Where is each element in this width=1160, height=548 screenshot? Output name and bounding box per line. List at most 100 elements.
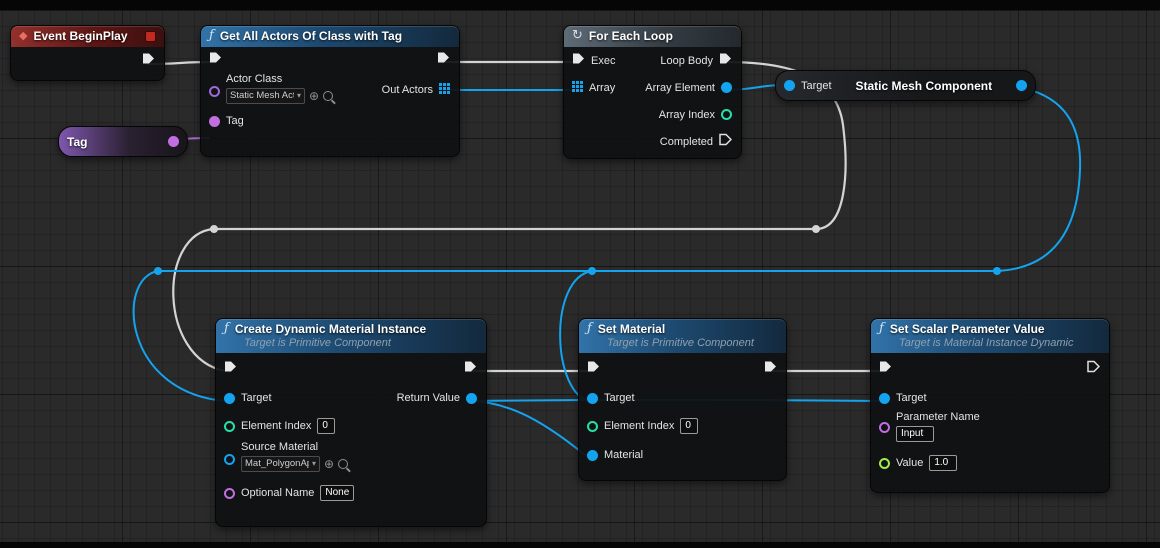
parameter-name-pin[interactable] [879, 422, 890, 433]
exec-in-pin[interactable] [224, 360, 237, 378]
node-get-tag-variable[interactable]: Tag [58, 126, 188, 157]
node-title: Event BeginPlay [33, 29, 128, 43]
node-subtitle: Target is Material Instance Dynamic [899, 337, 1074, 349]
target-label: Target [801, 79, 832, 92]
target-label: Target [896, 392, 927, 404]
tag-label: Tag [226, 115, 244, 127]
value-input[interactable]: 1.0 [929, 455, 958, 471]
window-edge-top [0, 0, 1160, 10]
node-event-beginplay[interactable]: ◆ Event BeginPlay [10, 25, 165, 81]
target-pin[interactable] [224, 392, 235, 404]
source-material-pin[interactable] [224, 454, 235, 465]
reroute-node[interactable] [812, 225, 820, 233]
node-header[interactable]: ƒ Set Scalar Parameter Value Target is M… [871, 319, 1109, 353]
loop-icon: ↻ [572, 28, 583, 43]
node-header[interactable]: ↻ For Each Loop [564, 26, 741, 47]
reroute-node[interactable] [210, 225, 218, 233]
target-label: Target [241, 392, 272, 404]
value-label: Value [896, 457, 924, 469]
wire-bus-to-createdmi-target [132, 270, 226, 402]
reroute-node[interactable] [588, 267, 596, 275]
tag-input-pin[interactable] [209, 115, 220, 127]
wire-returnvalue-to-material [469, 400, 590, 459]
array-input-pin[interactable] [572, 79, 583, 97]
component-output-pin[interactable] [1015, 80, 1027, 91]
material-pin[interactable] [587, 449, 598, 461]
node-title: Set Material [597, 322, 666, 336]
reroute-node[interactable] [154, 267, 162, 275]
return-value-pin[interactable] [466, 392, 477, 404]
exec-in-pin[interactable] [587, 360, 600, 378]
completed-label: Completed [659, 135, 713, 148]
out-actors-label: Out Actors [381, 84, 433, 96]
array-index-pin[interactable] [721, 109, 732, 120]
element-index-input[interactable]: 0 [317, 418, 336, 434]
source-material-dropdown[interactable]: Mat_PolygonApc ▾ [241, 456, 321, 472]
node-header[interactable]: ƒ Create Dynamic Material Instance Targe… [216, 319, 486, 353]
browse-icon[interactable] [323, 91, 334, 101]
actor-class-label: Actor Class [226, 73, 283, 85]
reroute-node[interactable] [993, 267, 1001, 275]
element-index-pin[interactable] [224, 420, 235, 432]
completed-pin[interactable] [719, 133, 733, 151]
node-for-each-loop[interactable]: ↻ For Each Loop Exec Loop Body Array Arr… [563, 25, 742, 159]
element-index-input[interactable]: 0 [680, 418, 699, 434]
element-index-label: Element Index [604, 420, 675, 432]
node-header[interactable]: ◆ Event BeginPlay [11, 26, 164, 47]
material-label: Material [604, 449, 644, 461]
array-element-pin[interactable] [721, 82, 732, 93]
actor-class-dropdown[interactable]: Static Mesh Actor ▾ [226, 88, 306, 104]
source-material-value: Mat_PolygonApc [245, 458, 309, 469]
node-create-dynamic-material-instance[interactable]: ƒ Create Dynamic Material Instance Targe… [215, 318, 487, 527]
use-selected-icon[interactable]: ⊕ [324, 458, 334, 470]
node-title: For Each Loop [588, 29, 673, 43]
exec-out-pin[interactable] [142, 52, 155, 70]
node-get-all-actors-of-class-with-tag[interactable]: ƒ Get All Actors Of Class with Tag Actor… [200, 25, 460, 157]
element-index-label: Element Index [241, 420, 312, 432]
node-title: Get All Actors Of Class with Tag [219, 29, 403, 43]
blueprint-graph-canvas[interactable]: ◆ Event BeginPlay Tag ƒ Get All Actors O… [0, 0, 1160, 548]
node-set-material[interactable]: ƒ Set Material Target is Primitive Compo… [578, 318, 787, 481]
exec-in-pin[interactable] [572, 52, 585, 70]
array-index-label: Array Index [658, 108, 715, 121]
exec-in-pin[interactable] [879, 360, 892, 378]
browse-icon[interactable] [338, 459, 349, 469]
loop-body-pin[interactable] [719, 52, 732, 70]
exec-out-pin[interactable] [464, 360, 477, 378]
loop-body-label: Loop Body [660, 54, 713, 67]
node-header[interactable]: ƒ Get All Actors Of Class with Tag [201, 26, 459, 47]
window-edge-bottom [0, 542, 1160, 548]
out-actors-array-pin[interactable] [439, 81, 450, 99]
chevron-down-icon: ▾ [312, 459, 317, 468]
node-title: Tag [67, 134, 88, 149]
exec-out-pin[interactable] [1087, 360, 1101, 378]
target-pin[interactable] [587, 392, 598, 404]
optional-name-pin[interactable] [224, 487, 235, 499]
target-input-pin[interactable] [784, 80, 795, 91]
exec-label: Exec [591, 54, 616, 67]
node-get-static-mesh-component[interactable]: Target Static Mesh Component [775, 70, 1036, 101]
exec-out-pin[interactable] [764, 360, 777, 378]
element-index-pin[interactable] [587, 420, 598, 432]
function-icon: ƒ [587, 321, 592, 336]
exec-out-pin[interactable] [437, 51, 450, 69]
function-icon: ƒ [209, 28, 214, 43]
node-header[interactable]: ƒ Set Material Target is Primitive Compo… [579, 319, 786, 353]
source-material-label: Source Material [241, 441, 319, 453]
tag-output-pin[interactable] [168, 136, 179, 147]
parameter-name-input[interactable]: Input [896, 426, 934, 442]
node-subtitle: Target is Primitive Component [607, 337, 754, 349]
optional-name-input[interactable]: None [320, 485, 355, 501]
use-selected-icon[interactable]: ⊕ [309, 90, 319, 102]
function-icon: ƒ [224, 321, 229, 336]
actor-class-pin[interactable] [209, 86, 220, 97]
exec-in-pin[interactable] [209, 51, 222, 69]
value-pin[interactable] [879, 457, 890, 469]
event-icon: ◆ [19, 29, 28, 42]
function-icon: ƒ [879, 321, 884, 336]
chevron-down-icon: ▾ [297, 91, 302, 100]
array-label: Array [589, 81, 616, 94]
target-pin[interactable] [879, 392, 890, 404]
node-set-scalar-parameter-value[interactable]: ƒ Set Scalar Parameter Value Target is M… [870, 318, 1110, 493]
actor-class-value: Static Mesh Actor [230, 90, 294, 101]
